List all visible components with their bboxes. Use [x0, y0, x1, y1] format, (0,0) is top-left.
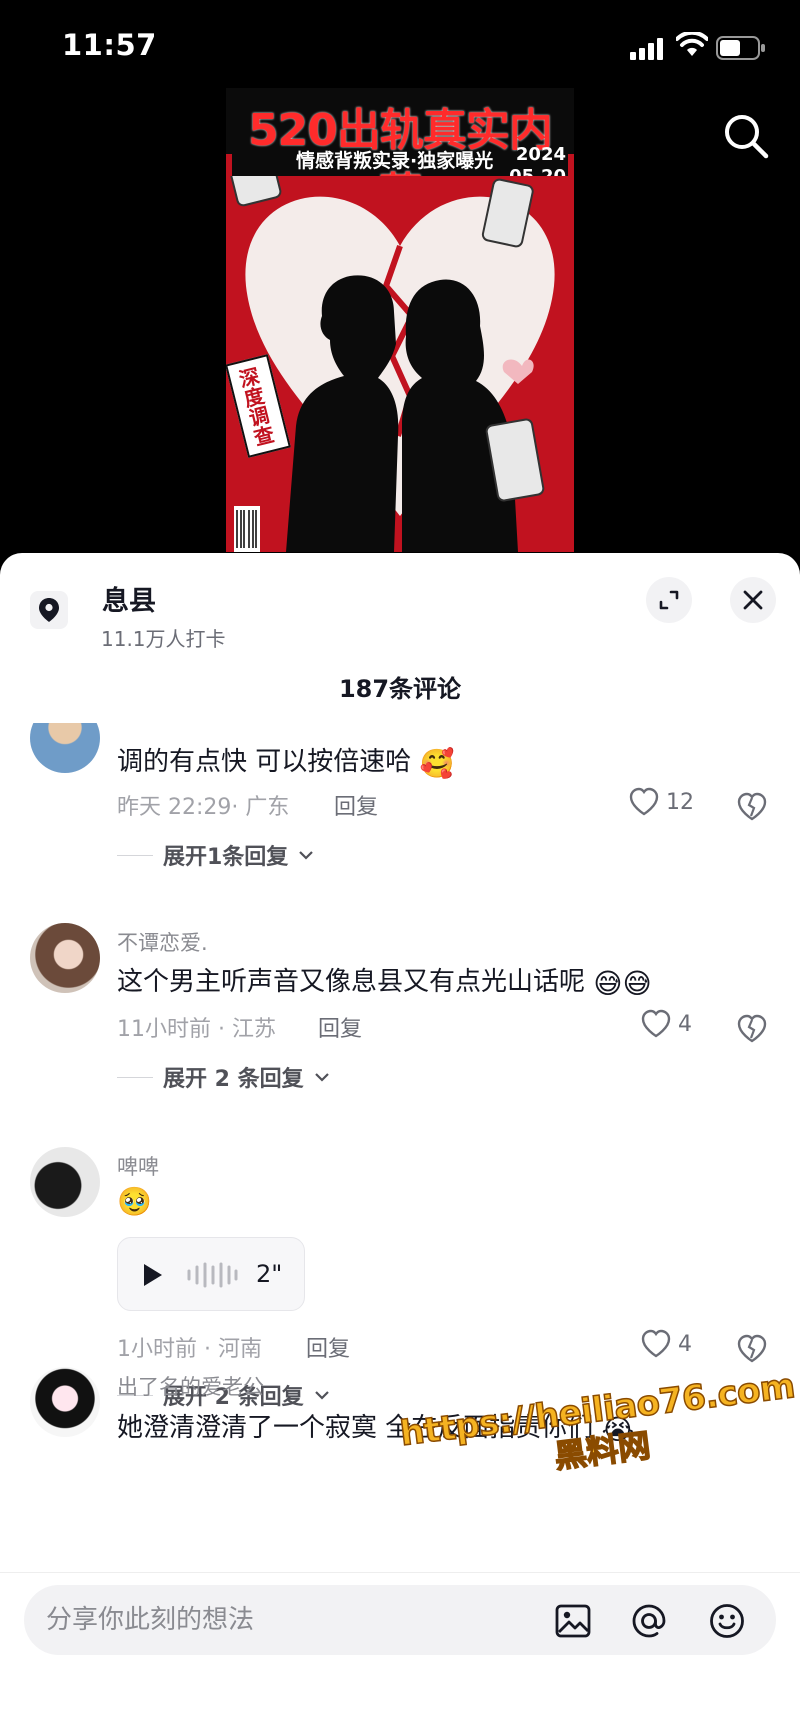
comment-text-content: 调的有点快 可以按倍速哈 [117, 747, 412, 777]
chevron-down-icon [314, 1391, 329, 1400]
like-count: 4 [678, 1011, 692, 1037]
expand-replies-button[interactable]: 展开 2 条回复 [117, 1061, 330, 1093]
chevron-down-icon [299, 851, 314, 860]
reply-button[interactable]: 回复 [318, 1011, 362, 1043]
comment-list[interactable]: 调的有点快 可以按倍速哈 🥰 昨天 22:29· 广东 回复 12 展开1条回复… [0, 723, 800, 1453]
avatar[interactable] [30, 1147, 100, 1217]
comment-username[interactable]: 出了名的爱老公 [117, 1371, 264, 1401]
heart-icon [641, 1329, 671, 1358]
search-icon[interactable] [720, 110, 772, 162]
location-pin-icon [30, 591, 68, 629]
expand-divider [117, 854, 153, 856]
comment-username[interactable]: 不谭恋爱. [117, 927, 208, 957]
like-button[interactable]: 4 [640, 1329, 692, 1359]
like-button[interactable]: 4 [640, 1009, 692, 1039]
heart-icon [641, 1009, 671, 1038]
expand-button[interactable] [646, 577, 692, 623]
chevron-down-icon [314, 1073, 329, 1082]
video-poster[interactable]: 520出轨真实内幕 情感背叛实录·独家曝光 2024 05.20 深度调查 [226, 88, 574, 552]
comment-text: 这个男主听声音又像息县又有点光山话呢 😅😅 [117, 961, 652, 1000]
close-button[interactable] [730, 577, 776, 623]
comment-input[interactable] [46, 1585, 546, 1655]
reply-button[interactable]: 回复 [334, 789, 378, 821]
comment-input-box[interactable] [24, 1585, 776, 1655]
comment-text: 🥹 [117, 1185, 152, 1218]
like-button[interactable]: 12 [628, 787, 694, 817]
poster-date-year: 2024 [515, 144, 566, 165]
expand-replies-label: 展开1条回复 [163, 845, 289, 870]
heart-icon [629, 787, 659, 816]
voice-duration: 2" [256, 1260, 283, 1288]
status-bar: 11:57 [0, 0, 800, 96]
avatar[interactable] [30, 1367, 100, 1437]
battery-icon [716, 36, 765, 60]
expand-replies-button[interactable]: 展开1条回复 [117, 839, 314, 871]
comment-count: 187条评论 [338, 675, 462, 703]
broken-heart-silhouettes-image [226, 176, 574, 552]
location-name[interactable]: 息县 [102, 579, 156, 618]
like-count: 12 [666, 789, 694, 815]
play-icon [144, 1264, 162, 1286]
comment-emoji: 😅😅 [593, 967, 652, 1000]
like-count: 4 [678, 1331, 692, 1357]
comment-time-location: 昨天 22:29· 广东 [117, 795, 290, 820]
mention-icon[interactable] [630, 1602, 668, 1640]
poster-subtitle: 情感背叛实录·独家曝光 [296, 150, 494, 172]
wifi-icon [676, 32, 708, 56]
comment-time-location: 11小时前 · 江苏 [117, 1017, 276, 1042]
avatar[interactable] [30, 923, 100, 993]
cellular-signal-icon [630, 38, 663, 60]
image-icon[interactable] [554, 1602, 592, 1640]
dislike-broken-heart-icon[interactable] [736, 1333, 768, 1365]
reply-button[interactable]: 回复 [306, 1331, 350, 1363]
avatar[interactable] [30, 723, 100, 773]
comment-input-bar [0, 1572, 800, 1731]
expand-icon [659, 590, 679, 610]
status-time: 11:57 [62, 28, 157, 62]
close-icon [743, 590, 763, 610]
comment-panel: 息县 11.1万人打卡 187条评论 调的有点快 可以按倍速哈 🥰 昨天 22:… [0, 553, 800, 1731]
comment-text-content: 这个男主听声音又像息县又有点光山话呢 [117, 967, 586, 997]
comment-emoji: 🥰 [419, 747, 455, 780]
expand-divider [117, 1076, 153, 1078]
dislike-broken-heart-icon[interactable] [736, 1013, 768, 1045]
dislike-broken-heart-icon[interactable] [736, 791, 768, 823]
expand-replies-label: 展开 2 条回复 [163, 1067, 304, 1092]
comment-time-location: 1小时前 · 河南 [117, 1337, 262, 1362]
voice-message[interactable]: 2" [117, 1237, 305, 1311]
comment-text: 调的有点快 可以按倍速哈 🥰 [117, 741, 454, 780]
location-checkins: 11.1万人打卡 [101, 627, 226, 651]
emoji-icon[interactable] [708, 1602, 746, 1640]
audio-wave-icon [187, 1262, 238, 1288]
comment-emoji: 🥹 [117, 1185, 152, 1218]
comment-username[interactable]: 啤啤 [117, 1151, 159, 1181]
